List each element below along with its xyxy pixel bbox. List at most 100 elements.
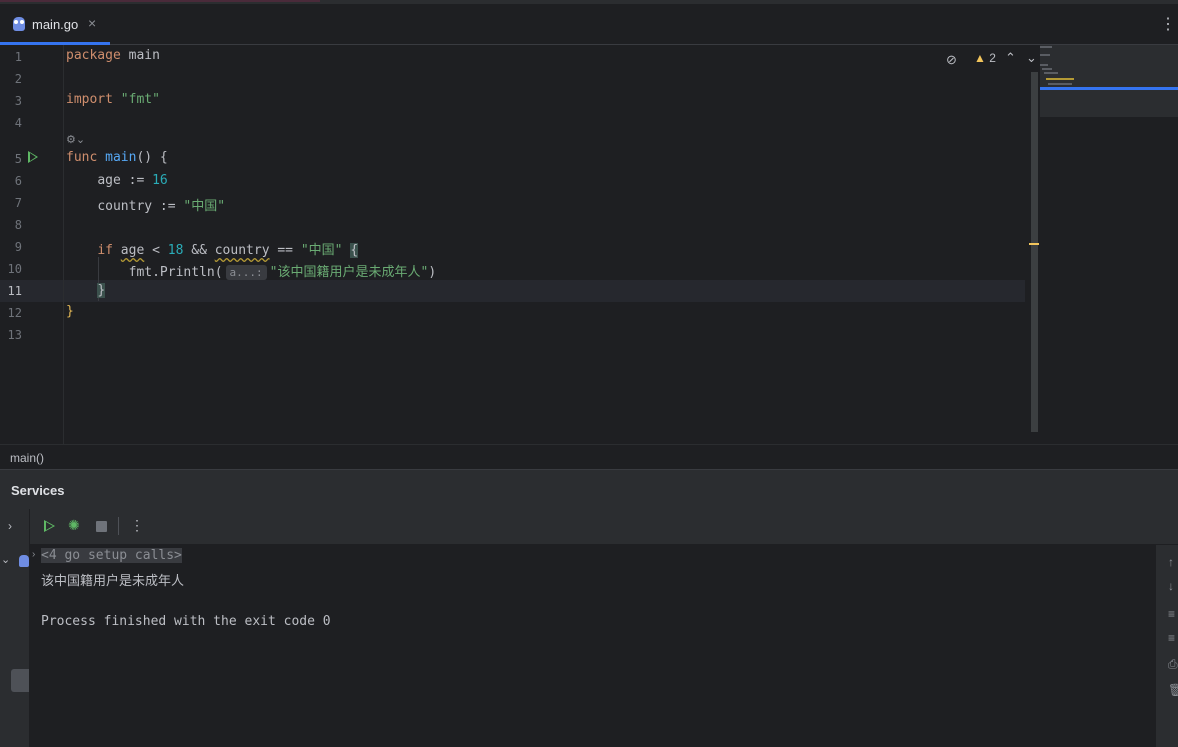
chevron-down-icon[interactable]: ⌄	[1, 553, 10, 566]
services-tree: › ⌄	[0, 509, 30, 747]
number-literal: 18	[167, 243, 184, 258]
code-line-10: fmt.Println(a...: "该中国籍用户是未成年人")	[66, 261, 436, 280]
tab-more-icon[interactable]: ⋮	[1160, 14, 1176, 34]
brace: }	[97, 283, 106, 298]
console-side-toolbar: ↑ ↓ ≡ ≡ ⎙ 🗑	[1157, 545, 1178, 747]
go-file-icon	[13, 17, 25, 31]
line-number: 10	[7, 262, 22, 276]
run-console[interactable]: › <4 go setup calls> 该中国籍用户是未成年人 Process…	[30, 545, 1156, 747]
warning-icon: ▲	[974, 51, 986, 65]
line-number: 11	[7, 284, 22, 298]
stop-icon[interactable]	[96, 521, 107, 532]
punctuation: )	[428, 265, 437, 280]
more-options-icon[interactable]: ⋮	[130, 517, 144, 534]
variable: age	[97, 173, 121, 188]
code-line-6: age := 16	[66, 173, 167, 188]
code-line-1: package main	[66, 48, 160, 63]
process-finished-message: Process finished with the exit code 0	[41, 614, 331, 629]
string-literal: "该中国籍用户是未成年人"	[269, 265, 429, 280]
line-number: 5	[14, 152, 22, 166]
minimap-line	[1042, 68, 1052, 70]
inlay-hints-icon[interactable]: ⚙⌄	[66, 133, 85, 146]
keyword: func	[66, 150, 98, 165]
operator: <	[144, 243, 168, 258]
minimap-line	[1040, 54, 1050, 56]
services-panel-header: Services	[0, 469, 1178, 510]
warnings-indicator[interactable]: ▲ 2	[974, 51, 996, 65]
trash-icon[interactable]: 🗑	[1168, 683, 1178, 697]
brace: }	[66, 304, 74, 319]
toolbar-separator	[118, 517, 119, 535]
run-icon[interactable]	[44, 520, 55, 532]
tab-main-go[interactable]: main.go ×	[0, 4, 110, 45]
minimap-viewport	[1040, 87, 1178, 90]
operator: ==	[269, 243, 301, 258]
minimap-line	[1040, 46, 1052, 48]
setup-calls-fold[interactable]: <4 go setup calls>	[41, 548, 182, 563]
operator: :=	[152, 199, 184, 214]
function-call: fmt.Println(	[128, 265, 223, 280]
line-number: 8	[14, 218, 22, 232]
expand-tree-icon[interactable]: ›	[8, 519, 12, 533]
code-line-7: country := "中国"	[66, 195, 225, 214]
line-number: 2	[14, 72, 22, 86]
string-literal: "fmt"	[120, 92, 160, 107]
editor-scrollbar[interactable]	[1031, 72, 1038, 432]
punctuation: () {	[136, 150, 168, 165]
code-line-3: import "fmt"	[66, 92, 160, 107]
chevron-right-icon[interactable]: ›	[32, 549, 35, 560]
code-editor[interactable]: 1 2 3 4 5 6 7 8 9 10 11 12 13 package ma…	[0, 45, 1178, 444]
services-toolbar: ✺ ⋮	[30, 509, 1178, 545]
function-name: main	[105, 150, 137, 165]
line-number: 4	[14, 116, 22, 130]
operator: &&	[183, 243, 215, 258]
warning-scroll-marker[interactable]	[1029, 243, 1039, 245]
keyword: import	[66, 92, 113, 107]
line-number-gutter: 1 2 3 4 5 6 7 8 9 10 11 12 13	[0, 45, 64, 444]
parameter-hint: a...:	[225, 265, 267, 280]
variable: country	[214, 243, 270, 258]
breadcrumb-item[interactable]: main()	[10, 451, 44, 465]
minimap-line	[1046, 78, 1074, 80]
next-problem-icon[interactable]: ⌄	[1026, 50, 1037, 66]
code-line-9: if age < 18 && country == "中国" {	[66, 239, 359, 258]
tree-scrollbar[interactable]	[11, 669, 29, 692]
close-tab-icon[interactable]: ×	[88, 15, 96, 31]
breadcrumb[interactable]: main()	[0, 444, 1178, 469]
services-panel: › ⌄ ✺ ⋮ › <4 go setup calls> 该中国籍用户是未成年人…	[0, 509, 1178, 747]
go-run-config-icon[interactable]	[19, 555, 29, 567]
code-line-12: }	[66, 304, 74, 319]
panel-title: Services	[11, 483, 65, 498]
code-minimap[interactable]	[1040, 45, 1178, 117]
brace: {	[350, 243, 359, 258]
code-line-11: }	[66, 283, 106, 298]
keyword: package	[66, 48, 121, 63]
scroll-up-icon[interactable]: ↑	[1168, 555, 1174, 569]
minimap-line	[1048, 83, 1072, 85]
editor-tab-bar: main.go × ⋮	[0, 4, 1178, 45]
line-number: 12	[7, 306, 22, 320]
string-literal: "中国"	[183, 199, 226, 214]
line-number: 6	[14, 174, 22, 188]
scroll-down-icon[interactable]: ↓	[1168, 579, 1174, 593]
reader-mode-eye-icon[interactable]: ⊘	[946, 52, 957, 68]
console-output: 该中国籍用户是未成年人	[41, 574, 185, 589]
run-gutter-icon[interactable]	[28, 151, 38, 163]
line-number: 13	[7, 328, 22, 342]
keyword: if	[97, 243, 113, 258]
minimap-line	[1044, 72, 1058, 74]
line-number: 3	[14, 94, 22, 108]
string-literal: "中国"	[300, 243, 343, 258]
soft-wrap-icon[interactable]: ≡	[1168, 607, 1175, 621]
debug-bug-icon[interactable]: ✺	[68, 517, 80, 534]
line-number: 1	[14, 50, 22, 64]
current-line-highlight	[0, 280, 1025, 302]
code-line-5: func main() {	[66, 150, 168, 165]
print-icon[interactable]: ⎙	[1168, 657, 1178, 672]
operator: :=	[120, 173, 153, 188]
console-line: <4 go setup calls>	[41, 548, 182, 563]
minimap-line	[1040, 64, 1048, 66]
previous-problem-icon[interactable]: ⌃	[1005, 50, 1016, 66]
tab-label: main.go	[32, 17, 79, 32]
scroll-to-end-icon[interactable]: ≡	[1168, 631, 1175, 645]
